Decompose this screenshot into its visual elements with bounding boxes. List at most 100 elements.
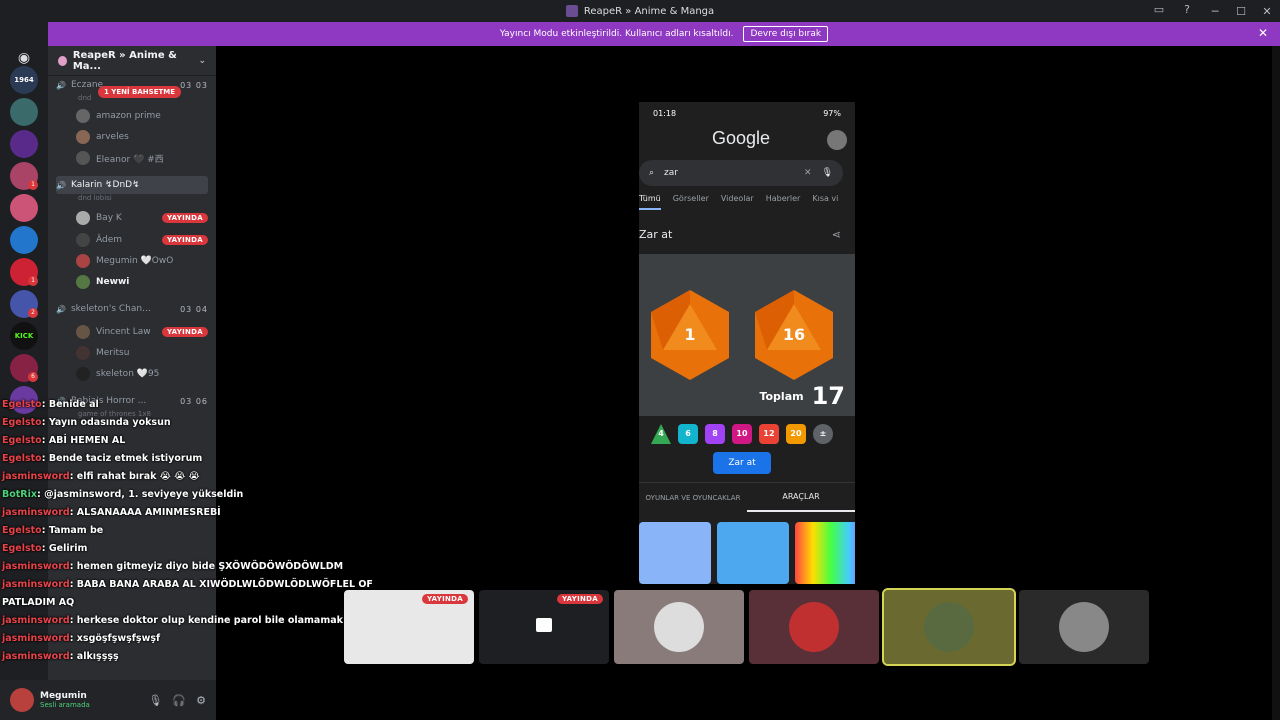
- participant-tile[interactable]: [1019, 590, 1149, 664]
- dice-type-selector: 4 6 8 10 12 20 ±: [651, 424, 833, 444]
- avatar: [789, 602, 839, 652]
- close-window-button[interactable]: ✕: [1254, 5, 1280, 18]
- participant-tile[interactable]: YAYINDA: [479, 590, 609, 664]
- chat-text: : Gelirim: [41, 543, 88, 554]
- voice-user[interactable]: skeleton 🤍95: [76, 365, 208, 383]
- server-icon[interactable]: [10, 226, 38, 254]
- participant-tile[interactable]: YAYINDA: [344, 590, 474, 664]
- google-logo: Google: [711, 128, 771, 148]
- speaker-icon: 🔊: [56, 80, 66, 90]
- voice-user[interactable]: Newwi: [76, 273, 208, 291]
- voice-user[interactable]: Megumin 🤍OwO: [76, 252, 208, 270]
- window-title: ReapeR » Anime & Manga: [565, 5, 715, 17]
- google-account-avatar[interactable]: [827, 130, 847, 150]
- user-name: Vincent Law: [96, 327, 151, 337]
- chat-username: Egelsto: [2, 543, 42, 554]
- close-banner-icon[interactable]: ✕: [1258, 26, 1268, 40]
- dice-type-button[interactable]: 12: [759, 424, 779, 444]
- server-label: 1964: [14, 76, 34, 84]
- search-tab[interactable]: Kısa vi: [812, 194, 838, 210]
- gear-icon[interactable]: ⚙: [196, 694, 206, 707]
- phone-screen-share: 01:18 97% Google ⌕ zar ✕ 🎙 Tümü Görseller…: [639, 102, 855, 584]
- voice-user[interactable]: Eleanor 🖤 #西: [76, 149, 208, 167]
- maximize-button[interactable]: ☐: [1228, 5, 1254, 18]
- dice-type-button[interactable]: 8: [705, 424, 725, 444]
- user-name: Meritsu: [96, 348, 130, 358]
- voice-user[interactable]: amazon prime: [76, 107, 208, 125]
- disable-streamer-mode-button[interactable]: Devre dışı bırak: [743, 26, 829, 42]
- chat-message: jasminsword: BABA BANA ARABA AL XIWÖDLWL…: [2, 576, 373, 594]
- new-mention-pill[interactable]: 1 YENİ BAHSETME: [98, 86, 182, 98]
- user-name: Eleanor 🖤 #西: [96, 154, 164, 165]
- channel-name: Kalarin ↯DnD↯: [70, 180, 140, 190]
- chat-username: Egelsto: [2, 453, 42, 464]
- dice-type-button[interactable]: 4: [651, 424, 671, 444]
- user-name: Newwi: [96, 277, 130, 287]
- chat-text: PATLADIM AQ: [2, 597, 75, 608]
- channel-subtitle-dnd: dnd lobisi: [78, 194, 112, 202]
- dice-type-button[interactable]: 6: [678, 424, 698, 444]
- help-icon[interactable]: ?: [1180, 3, 1194, 17]
- stream-chat-overlay: Egelsto: Benide al Egelsto: Yayın odasınd…: [2, 396, 396, 666]
- user-name: Bay K: [96, 213, 122, 223]
- search-tab[interactable]: Haberler: [766, 194, 801, 210]
- voice-user[interactable]: arveles: [76, 128, 208, 146]
- dice-type-button[interactable]: 20: [786, 424, 806, 444]
- dice-roller: 1 16 Toplam 17: [639, 254, 855, 416]
- chat-message: Egelsto: ABİ HEMEN AL: [2, 432, 362, 450]
- dice-type-button[interactable]: 10: [732, 424, 752, 444]
- live-badge: YAYINDA: [421, 594, 468, 604]
- voice-channel[interactable]: 🔊 skeleton's Chan... 03 04: [56, 300, 208, 318]
- share-icon[interactable]: ⋖: [832, 228, 841, 241]
- search-tab[interactable]: Tümü: [639, 194, 661, 210]
- voice-user[interactable]: Âdem YAYINDA: [76, 231, 208, 249]
- microphone-icon[interactable]: 🎙: [148, 694, 162, 707]
- notification-badge: 6: [28, 372, 38, 382]
- color-picker-app-icon[interactable]: [795, 522, 855, 584]
- search-tab[interactable]: Videolar: [721, 194, 754, 210]
- microphone-icon[interactable]: 🎙: [822, 168, 833, 178]
- screen-share-icon: [536, 618, 552, 632]
- search-tab[interactable]: Görseller: [673, 194, 709, 210]
- avatar: [76, 367, 90, 381]
- headphones-icon[interactable]: 🎧: [172, 694, 186, 707]
- participant-tile[interactable]: [749, 590, 879, 664]
- google-search-box[interactable]: ⌕ zar ✕ 🎙: [639, 160, 843, 186]
- result-title: Zar at: [639, 228, 673, 241]
- voice-user[interactable]: Vincent Law YAYINDA: [76, 323, 208, 341]
- window-title-text: ReapeR » Anime & Manga: [583, 5, 715, 17]
- chat-message: PATLADIM AQ: [2, 594, 362, 612]
- server-icon[interactable]: [10, 194, 38, 222]
- minimize-button[interactable]: ─: [1202, 5, 1228, 18]
- d20-die-1[interactable]: 1: [651, 290, 729, 380]
- d20-die-2[interactable]: 16: [755, 290, 833, 380]
- avatar[interactable]: [10, 688, 34, 712]
- google-tabs: Tümü Görseller Videolar Haberler Kısa vi: [639, 194, 855, 210]
- chat-username: BotRix: [2, 489, 38, 500]
- participant-tile[interactable]: [614, 590, 744, 664]
- voice-channel[interactable]: 🔊 Kalarin ↯DnD↯: [56, 176, 208, 194]
- server-icon[interactable]: [10, 98, 38, 126]
- chat-text: : hemen gitmeyiz diyo bide ŞXÖWÖDÖWÖDÖWL…: [69, 561, 344, 572]
- chat-text: : alkışşşş: [69, 651, 119, 662]
- chat-username: Egelsto: [2, 399, 42, 410]
- voice-user[interactable]: Bay K YAYINDA: [76, 209, 208, 227]
- channel-name: skeleton's Chan...: [70, 304, 151, 314]
- channel-subtitle: dnd: [78, 94, 92, 102]
- tab-tools[interactable]: ARAÇLAR: [747, 483, 855, 512]
- chat-text: : xsgöşfşwşfşwşf: [69, 633, 161, 644]
- chat-message: jasminsword: herkese doktor olup kendine…: [2, 612, 396, 630]
- calculator-app-icon[interactable]: [639, 522, 711, 584]
- metronome-app-icon[interactable]: [717, 522, 789, 584]
- participant-tile[interactable]: [882, 588, 1016, 666]
- roll-dice-button[interactable]: Zar at: [713, 452, 771, 474]
- inbox-icon[interactable]: ▭: [1152, 3, 1166, 17]
- scrollbar[interactable]: [1272, 46, 1280, 720]
- dice-type-button[interactable]: ±: [813, 424, 833, 444]
- tab-games-toys[interactable]: OYUNLAR VE OYUNCAKLAR: [639, 483, 747, 512]
- server-icon[interactable]: [10, 130, 38, 158]
- voice-user[interactable]: Meritsu: [76, 344, 208, 362]
- server-header[interactable]: ReapeR » Anime & Ma... ⌄: [48, 46, 216, 76]
- channel-user-count: 03 04: [180, 304, 208, 314]
- clear-icon[interactable]: ✕: [804, 168, 812, 178]
